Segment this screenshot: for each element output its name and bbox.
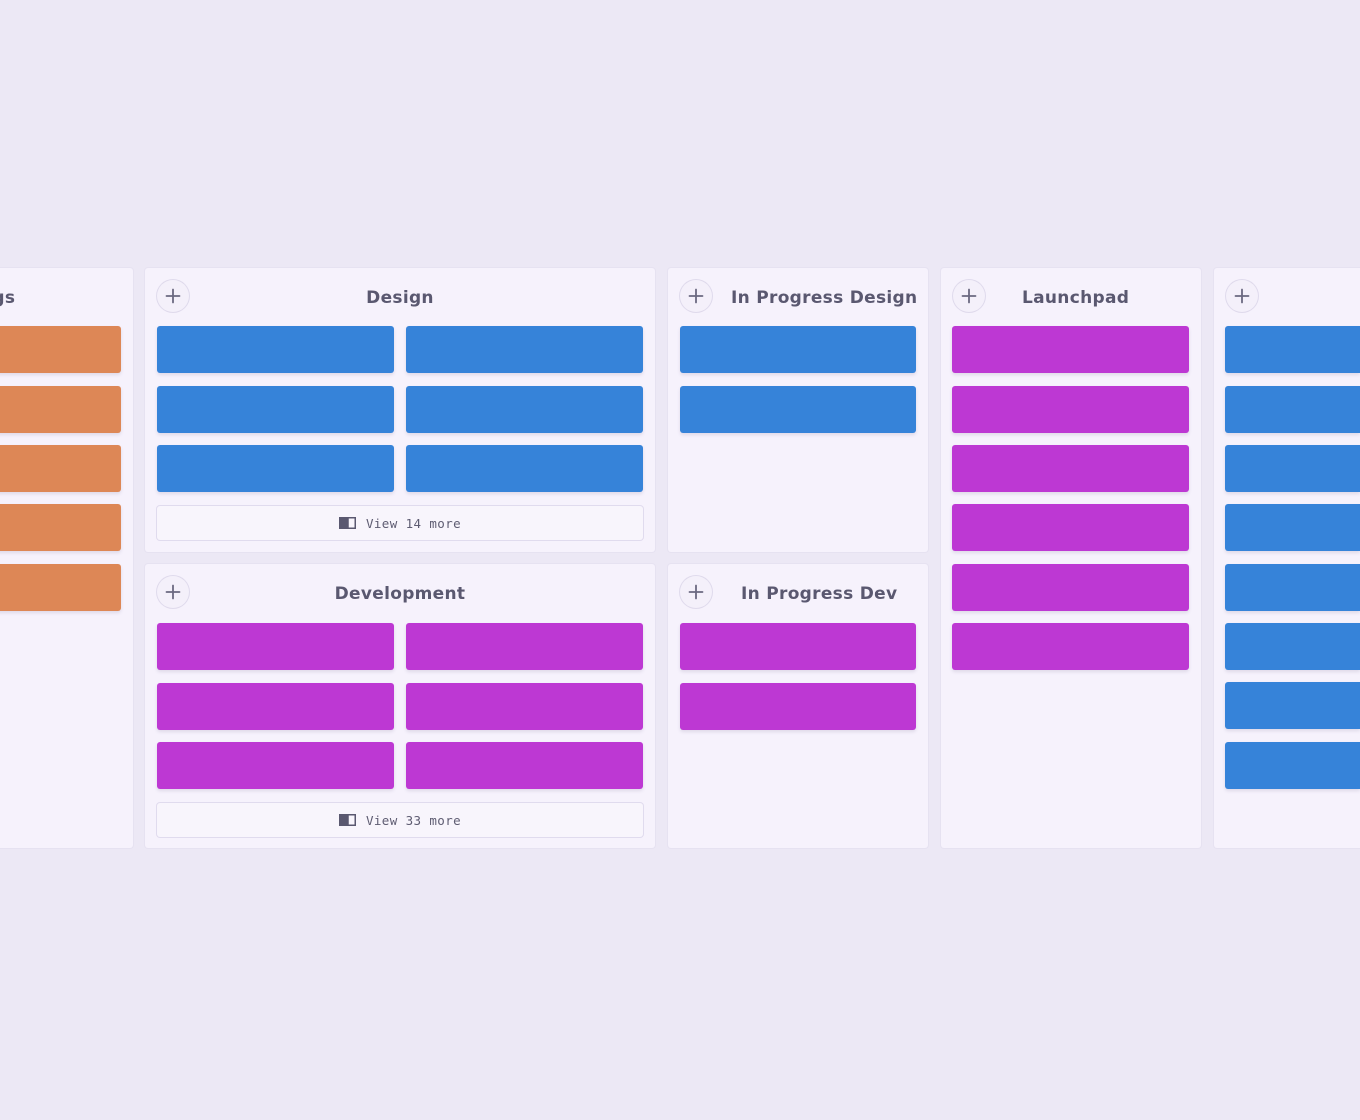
task-card[interactable] xyxy=(952,623,1189,670)
task-card[interactable] xyxy=(157,386,394,433)
task-card[interactable] xyxy=(0,386,121,433)
task-card[interactable] xyxy=(1225,445,1360,492)
column-title: In Progress Design xyxy=(731,288,918,308)
task-card[interactable] xyxy=(0,326,121,373)
task-card[interactable] xyxy=(1225,326,1360,373)
column-title: Launchpad xyxy=(1022,288,1130,308)
task-card[interactable] xyxy=(1225,623,1360,670)
task-card[interactable] xyxy=(952,504,1189,551)
task-card[interactable] xyxy=(1225,504,1360,551)
task-card[interactable] xyxy=(406,683,643,730)
column-design: Design View 14 more xyxy=(145,268,655,552)
task-card[interactable] xyxy=(406,386,643,433)
plus-icon xyxy=(688,288,704,304)
task-card[interactable] xyxy=(157,623,394,670)
task-card[interactable] xyxy=(406,326,643,373)
column-launchpad: Launchpad xyxy=(941,268,1201,848)
column-title: ngs xyxy=(0,288,16,308)
task-card[interactable] xyxy=(1225,742,1360,789)
task-card[interactable] xyxy=(406,623,643,670)
task-card[interactable] xyxy=(0,564,121,611)
card-stack-icon xyxy=(338,814,356,826)
view-more-label: View 14 more xyxy=(365,515,462,531)
plus-icon xyxy=(961,288,977,304)
plus-icon xyxy=(1234,288,1250,304)
column-title: Design xyxy=(366,288,434,308)
task-card[interactable] xyxy=(680,623,916,670)
view-more-label: View 33 more xyxy=(365,812,462,828)
task-card[interactable] xyxy=(680,683,916,730)
plus-icon xyxy=(688,584,704,600)
column-in-progress-design: In Progress Design xyxy=(668,268,928,552)
task-card[interactable] xyxy=(952,386,1189,433)
add-card-button[interactable] xyxy=(680,576,712,608)
column-in-progress-dev: In Progress Dev xyxy=(668,564,928,848)
task-card[interactable] xyxy=(157,742,394,789)
task-card[interactable] xyxy=(406,742,643,789)
task-card[interactable] xyxy=(680,386,916,433)
card-stack-icon xyxy=(338,517,356,529)
task-card[interactable] xyxy=(1225,386,1360,433)
task-card[interactable] xyxy=(952,326,1189,373)
task-card[interactable] xyxy=(952,564,1189,611)
task-card[interactable] xyxy=(157,445,394,492)
column-partial-right xyxy=(1214,268,1360,848)
task-card[interactable] xyxy=(952,445,1189,492)
column-ngs: ngs xyxy=(0,268,133,848)
add-card-button[interactable] xyxy=(953,280,985,312)
column-title: In Progress Dev xyxy=(741,584,898,604)
task-card[interactable] xyxy=(1225,682,1360,729)
view-more-button[interactable]: View 14 more xyxy=(157,506,643,540)
add-card-button[interactable] xyxy=(680,280,712,312)
column-title: Development xyxy=(334,584,466,604)
task-card[interactable] xyxy=(680,326,916,373)
task-card[interactable] xyxy=(1225,564,1360,611)
task-card[interactable] xyxy=(0,504,121,551)
task-card[interactable] xyxy=(406,445,643,492)
task-card[interactable] xyxy=(157,326,394,373)
task-card[interactable] xyxy=(0,445,121,492)
add-card-button[interactable] xyxy=(1226,280,1258,312)
view-more-button[interactable]: View 33 more xyxy=(157,803,643,837)
column-development: Development View 33 more xyxy=(145,564,655,848)
task-card[interactable] xyxy=(157,683,394,730)
